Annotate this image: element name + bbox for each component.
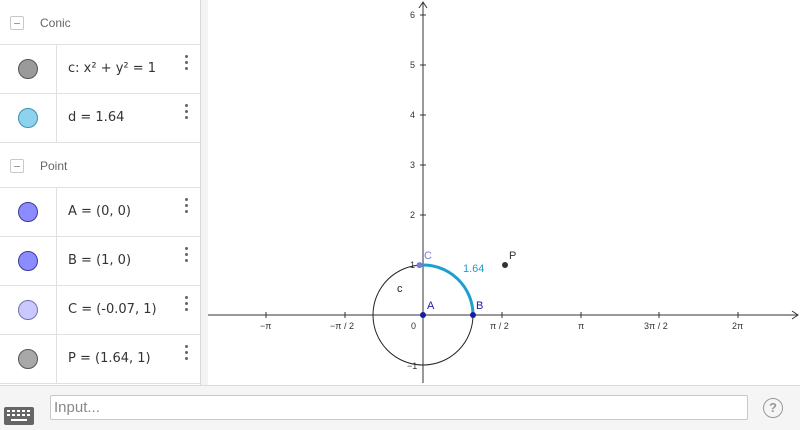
- point-P-label: P: [509, 250, 516, 262]
- algebra-item-text[interactable]: d = 1.64: [68, 110, 124, 125]
- collapse-toggle-icon[interactable]: [10, 159, 24, 173]
- y-tick-label: 5: [410, 60, 415, 70]
- x-tick-label: 2π: [732, 321, 743, 331]
- x-tick-label: 3π / 2: [644, 321, 668, 331]
- visibility-marble-icon[interactable]: [18, 202, 38, 222]
- group-header-point[interactable]: Point: [0, 143, 200, 188]
- point-C-label: C: [424, 250, 432, 262]
- x-tick-label: −π / 2: [330, 321, 354, 331]
- visibility-marble-icon[interactable]: [18, 59, 38, 79]
- y-tick-label: 6: [410, 10, 415, 20]
- more-menu-icon[interactable]: [180, 53, 192, 75]
- group-header-conic[interactable]: Conic: [0, 0, 200, 45]
- marble-cell: [0, 335, 57, 383]
- y-tick-label: 3: [410, 160, 415, 170]
- point-B-label: B: [476, 300, 483, 312]
- marble-cell: [0, 286, 57, 334]
- x-tick-label: −π: [260, 321, 271, 331]
- input-bar: ?: [0, 385, 800, 430]
- collapse-toggle-icon[interactable]: [10, 16, 24, 30]
- algebra-item-P[interactable]: P = (1.64, 1): [0, 335, 200, 384]
- x-tick-label: π / 2: [490, 321, 509, 331]
- marble-cell: [0, 94, 57, 142]
- more-menu-icon[interactable]: [180, 102, 192, 124]
- algebra-item-C[interactable]: C = (-0.07, 1): [0, 286, 200, 335]
- group-title: Point: [40, 159, 68, 173]
- marble-cell: [0, 45, 57, 93]
- y-tick-label: 4: [410, 110, 415, 120]
- y-tick-label: 1: [410, 260, 415, 270]
- point-A[interactable]: [420, 312, 426, 318]
- algebra-item-d[interactable]: d = 1.64: [0, 94, 200, 143]
- group-title: Conic: [40, 16, 71, 30]
- point-B[interactable]: [470, 312, 476, 318]
- visibility-marble-icon[interactable]: [18, 108, 38, 128]
- y-tick-label: 2: [410, 210, 415, 220]
- keyboard-icon[interactable]: [4, 407, 34, 425]
- x-tick-label: 0: [411, 321, 416, 331]
- graphics-canvas[interactable]: −π −π / 2 0 π / 2 π 3π / 2 2π 6 5 4 3 2 …: [208, 0, 800, 385]
- algebra-input-field[interactable]: [50, 395, 748, 420]
- algebra-item-c[interactable]: c: x² + y² = 1: [0, 45, 200, 94]
- more-menu-icon[interactable]: [180, 343, 192, 365]
- visibility-marble-icon[interactable]: [18, 251, 38, 271]
- marble-cell: [0, 237, 57, 285]
- algebra-item-B[interactable]: B = (1, 0): [0, 237, 200, 286]
- x-tick-label: π: [578, 321, 584, 331]
- point-A-label: A: [427, 300, 435, 312]
- visibility-marble-icon[interactable]: [18, 349, 38, 369]
- marble-cell: [0, 188, 57, 236]
- more-menu-icon[interactable]: [180, 196, 192, 218]
- view-divider-handle[interactable]: [200, 0, 208, 385]
- algebra-item-text[interactable]: B = (1, 0): [68, 253, 131, 268]
- help-icon[interactable]: ?: [763, 398, 783, 418]
- point-P[interactable]: [502, 262, 508, 268]
- algebra-item-text[interactable]: A = (0, 0): [68, 204, 131, 219]
- graphics-view[interactable]: −π −π / 2 0 π / 2 π 3π / 2 2π 6 5 4 3 2 …: [208, 0, 800, 385]
- algebra-item-text[interactable]: C = (-0.07, 1): [68, 302, 157, 317]
- algebra-item-text[interactable]: c: x² + y² = 1: [68, 61, 156, 76]
- more-menu-icon[interactable]: [180, 294, 192, 316]
- more-menu-icon[interactable]: [180, 245, 192, 267]
- arc-d-label: 1.64: [463, 263, 484, 275]
- point-C[interactable]: [416, 262, 423, 269]
- visibility-marble-icon[interactable]: [18, 300, 38, 320]
- conic-c-label: c: [397, 283, 403, 295]
- algebra-item-A[interactable]: A = (0, 0): [0, 188, 200, 237]
- algebra-view: Conic c: x² + y² = 1 d = 1.64 Point A = …: [0, 0, 200, 385]
- algebra-item-text[interactable]: P = (1.64, 1): [68, 351, 151, 366]
